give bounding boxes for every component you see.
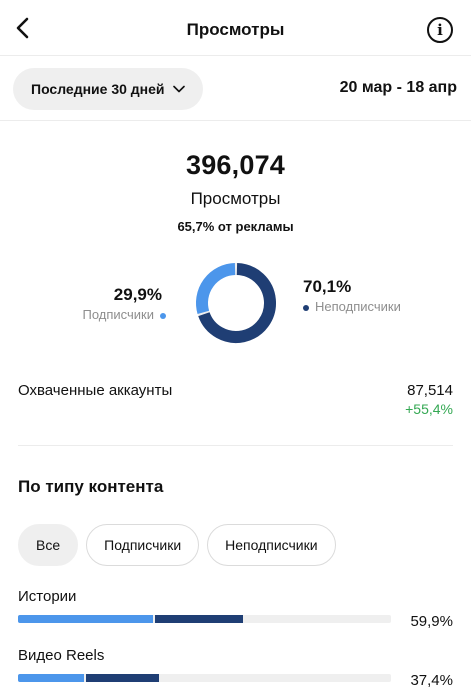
filter-all[interactable]: Все [18, 524, 79, 566]
views-label: Просмотры [190, 189, 281, 208]
followers-percent: 29,9% [113, 285, 162, 304]
content-row-bar [18, 674, 391, 682]
non-followers-dot [303, 305, 309, 311]
reached-accounts-change: +55,4% [405, 401, 453, 417]
content-row-label: Видео Reels [18, 647, 105, 664]
views-summary: 396,074 Просмотры 65,7% от рекламы [0, 150, 471, 234]
date-range-dropdown[interactable]: Последние 30 дней [13, 68, 203, 110]
date-range-bar: Последние 30 дней 20 мар - 18 апр [0, 57, 471, 121]
followers-dot [160, 313, 166, 319]
page-title: Просмотры [186, 20, 285, 39]
followers-arc [196, 263, 236, 315]
non-followers-segment [85, 674, 160, 682]
followers-segment [18, 674, 84, 682]
ads-share: 65,7% от рекламы [177, 219, 294, 234]
reached-accounts-row[interactable]: Охваченные аккаунты 87,514 +55,4% [18, 380, 453, 446]
content-row-reels[interactable]: Видео Reels 37,4% [18, 647, 453, 697]
views-total: 396,074 [186, 150, 285, 180]
followers-segment [18, 615, 153, 623]
content-row-value: 37,4% [410, 672, 453, 689]
info-icon: i [437, 21, 443, 39]
non-followers-legend: Неподписчики [303, 299, 405, 314]
followers-split-donut [196, 263, 276, 343]
content-row-bar [18, 615, 391, 623]
non-followers-legend-label: Неподписчики [315, 299, 401, 314]
followers-stat: 29,9% Подписчики [82, 285, 166, 322]
followers-legend-label: Подписчики [82, 307, 154, 322]
chevron-down-icon [172, 85, 185, 93]
reached-accounts-value: 87,514 [407, 382, 453, 399]
non-followers-stat: 70,1% Неподписчики [303, 277, 405, 314]
filter-followers[interactable]: Подписчики [86, 524, 200, 566]
filter-non-followers[interactable]: Неподписчики [207, 524, 336, 566]
date-range-text: 20 мар - 18 апр [339, 79, 457, 96]
audience-filter-chips: Все Подписчики Неподписчики [18, 524, 336, 566]
date-range-label: Последние 30 дней [31, 81, 165, 97]
content-type-title: По типу контента [18, 477, 164, 496]
content-row-label: Истории [18, 588, 77, 605]
followers-legend: Подписчики [82, 307, 166, 322]
top-bar: Просмотры i [0, 0, 471, 56]
info-button[interactable]: i [427, 17, 453, 43]
non-followers-segment [154, 615, 244, 623]
reached-accounts-label: Охваченные аккаунты [18, 382, 173, 399]
non-followers-percent: 70,1% [303, 277, 352, 296]
content-row-value: 59,9% [410, 613, 453, 630]
content-row-stories[interactable]: Истории 59,9% [18, 588, 453, 638]
